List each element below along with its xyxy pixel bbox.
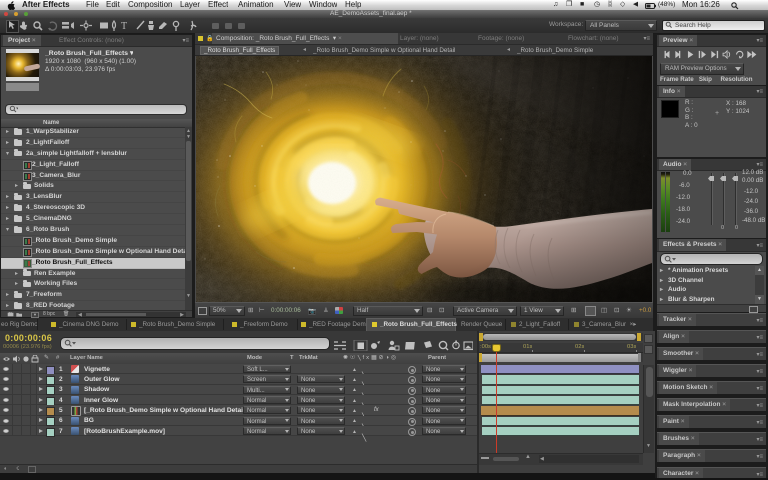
svg-text:T: T [121, 21, 127, 32]
